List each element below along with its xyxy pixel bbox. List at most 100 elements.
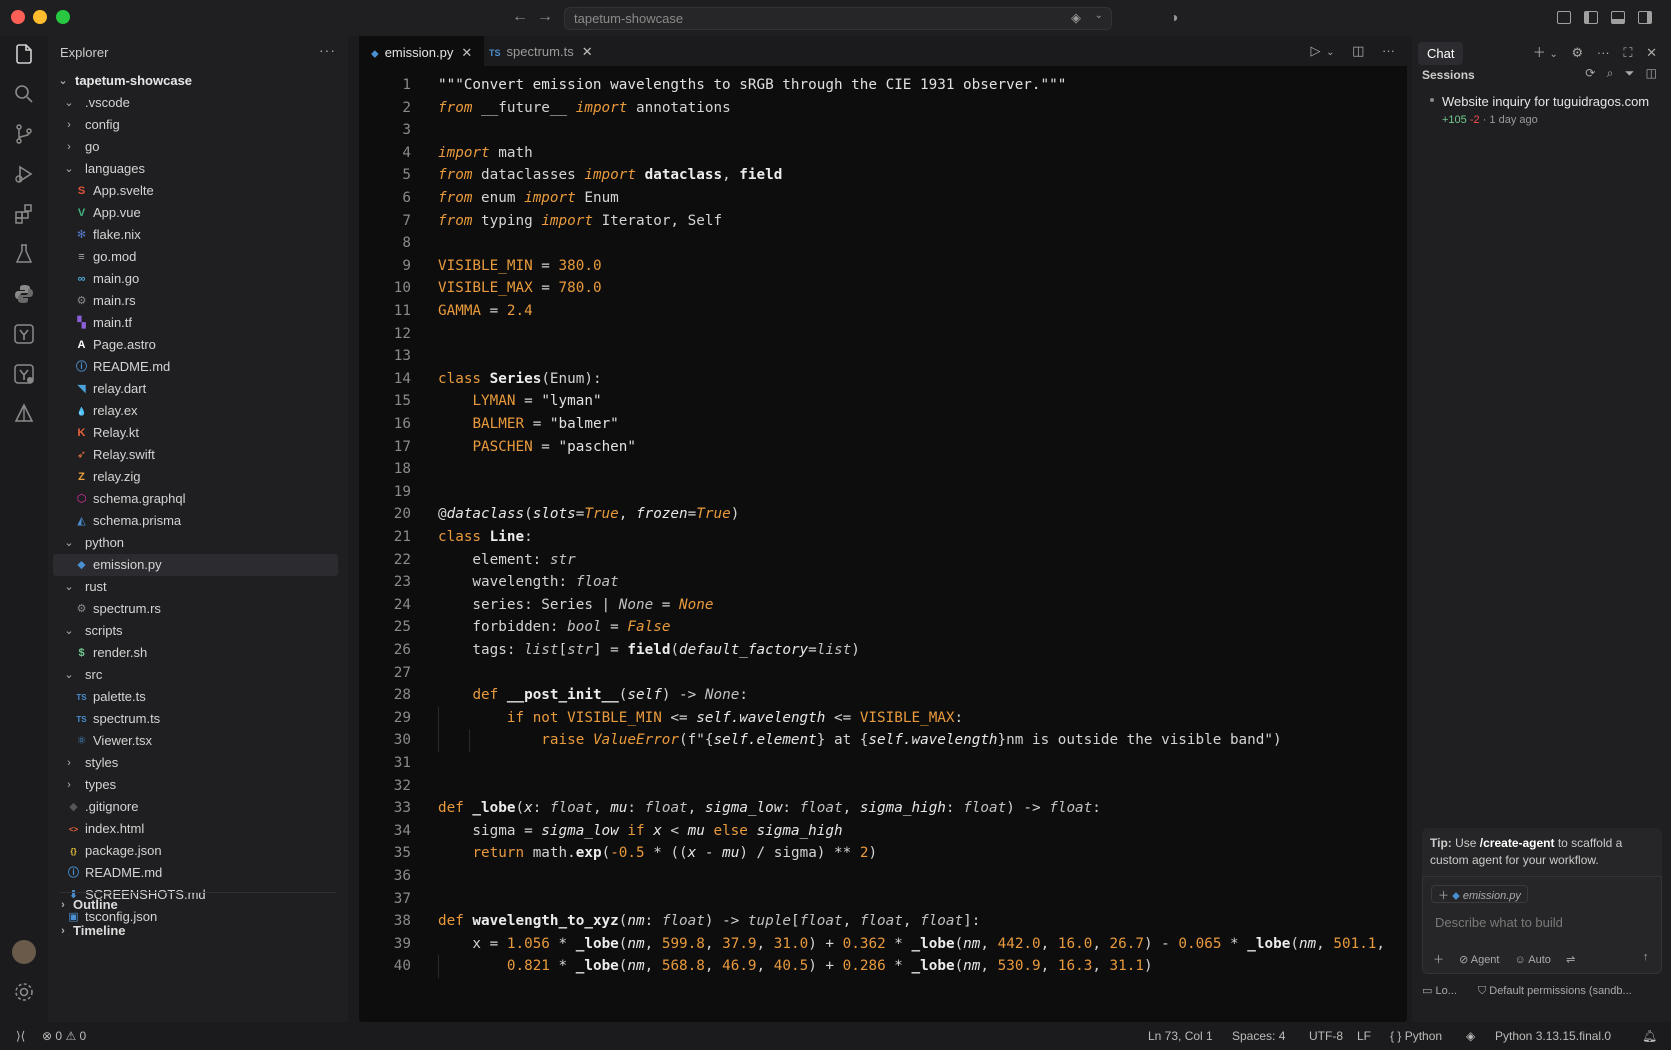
split-editor-icon[interactable]: ◫: [1352, 43, 1364, 58]
tree-file[interactable]: {} package.json: [53, 840, 338, 862]
settings-gear-icon[interactable]: ⚙: [1571, 45, 1583, 60]
tree-file[interactable]: V App.vue: [53, 202, 338, 224]
forward-arrow-icon[interactable]: →: [537, 8, 553, 26]
tree-folder[interactable]: › types: [53, 774, 338, 796]
tree-file[interactable]: ∞ main.go: [53, 268, 338, 290]
copilot-icon[interactable]: ◈: [1071, 10, 1081, 26]
tree-file[interactable]: ✻ flake.nix: [53, 224, 338, 246]
new-chat-icon[interactable]: ＋: [1533, 45, 1546, 60]
settings-gear-icon[interactable]: [12, 980, 36, 1004]
tab-spectrum-ts[interactable]: TS spectrum.ts ✕: [477, 36, 605, 66]
tree-file[interactable]: 💧 relay.ex: [53, 400, 338, 422]
python-interpreter[interactable]: Python 3.13.15.final.0: [1495, 1022, 1611, 1050]
add-context-icon[interactable]: ＋: [1438, 890, 1449, 902]
extensions-icon[interactable]: [12, 202, 36, 226]
toggle-panel-icon[interactable]: [1611, 11, 1625, 24]
timeline-section[interactable]: › Timeline: [53, 920, 338, 942]
search-icon[interactable]: [12, 82, 36, 106]
tree-folder[interactable]: › go: [53, 136, 338, 158]
tree-file[interactable]: ⬡ schema.graphql: [53, 488, 338, 510]
tree-file[interactable]: TS palette.ts: [53, 686, 338, 708]
permissions-label[interactable]: Default permissions (sandb...: [1489, 985, 1631, 997]
send-icon[interactable]: ↑: [1643, 951, 1649, 963]
python-icon[interactable]: [12, 282, 36, 306]
indentation[interactable]: Spaces: 4: [1232, 1022, 1285, 1050]
tree-file[interactable]: ⚙ main.rs: [53, 290, 338, 312]
account-avatar[interactable]: [12, 940, 36, 964]
chat-tab[interactable]: Chat: [1418, 42, 1464, 65]
language-mode[interactable]: { } Python: [1390, 1022, 1442, 1050]
tree-folder[interactable]: ⌄ .vscode: [53, 92, 338, 114]
local-icon[interactable]: ▭: [1422, 985, 1432, 997]
session-title[interactable]: Website inquiry for tuguidragos.com: [1442, 94, 1649, 109]
tree-file[interactable]: <> index.html: [53, 818, 338, 840]
toggle-secondary-sidebar-icon[interactable]: [1638, 11, 1652, 24]
tree-folder[interactable]: › styles: [53, 752, 338, 774]
toggle-primary-sidebar-icon[interactable]: [1584, 11, 1598, 24]
source-control-icon[interactable]: [12, 122, 36, 146]
testing-flask-icon[interactable]: [12, 242, 36, 266]
outline-section[interactable]: › Outline: [53, 894, 338, 916]
tree-file[interactable]: A Page.astro: [53, 334, 338, 356]
close-icon[interactable]: ✕: [1646, 45, 1657, 60]
model-label[interactable]: Auto: [1528, 954, 1551, 966]
tree-file[interactable]: ⚛ Viewer.tsx: [53, 730, 338, 752]
attach-icon[interactable]: ＋: [1433, 954, 1444, 966]
chevron-down-icon[interactable]: ⌄: [1326, 47, 1334, 58]
chevron-down-icon[interactable]: ⌄: [1095, 10, 1103, 21]
tree-file[interactable]: ◆ .gitignore: [53, 796, 338, 818]
chevron-down-icon[interactable]: ⌄: [1549, 49, 1557, 60]
tree-folder[interactable]: ⌄ languages: [53, 158, 338, 180]
tree-folder[interactable]: ⌄ rust: [53, 576, 338, 598]
tree-file[interactable]: K Relay.kt: [53, 422, 338, 444]
problems-indicator[interactable]: ⊗ 0 ⚠ 0: [42, 1022, 86, 1050]
chat-input[interactable]: Describe what to build: [1435, 915, 1563, 930]
tree-file[interactable]: ◥ relay.dart: [53, 378, 338, 400]
command-center-search[interactable]: tapetum-showcase ◈ ⌄: [564, 7, 1112, 30]
accounts-icon[interactable]: ◑: [1170, 9, 1178, 25]
model-picker-icon[interactable]: ☺: [1515, 954, 1526, 966]
run-file-icon[interactable]: ▷: [1310, 43, 1320, 58]
code-editor[interactable]: 1 """Convert emission wavelengths to sRGB…: [359, 74, 1407, 1022]
more-actions-icon[interactable]: ···: [1597, 45, 1610, 60]
tree-file[interactable]: ⚙ spectrum.rs: [53, 598, 338, 620]
more-actions-icon[interactable]: ···: [319, 42, 336, 58]
search-icon[interactable]: ⌕: [1607, 66, 1614, 80]
maximize-icon[interactable]: ⛶: [1623, 45, 1632, 60]
tree-file[interactable]: ➶ Relay.swift: [53, 444, 338, 466]
tab-emission-py[interactable]: ⬥ emission.py ✕: [359, 36, 485, 66]
tapetum-icon[interactable]: [12, 322, 36, 346]
filter-icon[interactable]: ⏷: [1625, 66, 1635, 80]
split-view-icon[interactable]: ◫: [1646, 66, 1657, 80]
tree-file[interactable]: $ render.sh: [53, 642, 338, 664]
minimize-window-button[interactable]: [33, 10, 47, 24]
tree-file[interactable]: ⬥ emission.py: [53, 554, 338, 576]
tree-file[interactable]: ◭ schema.prisma: [53, 510, 338, 532]
tree-file[interactable]: ⓘ README.md: [53, 356, 338, 378]
tree-file[interactable]: ▚ main.tf: [53, 312, 338, 334]
files-icon[interactable]: [12, 42, 36, 66]
back-arrow-icon[interactable]: ←: [512, 8, 528, 26]
tools-icon[interactable]: ⇌: [1566, 954, 1575, 966]
tree-file[interactable]: S App.svelte: [53, 180, 338, 202]
line-ending[interactable]: LF: [1357, 1022, 1371, 1050]
refresh-icon[interactable]: ⟳: [1585, 66, 1595, 80]
tree-file[interactable]: TS spectrum.ts: [53, 708, 338, 730]
tree-folder[interactable]: ⌄ src: [53, 664, 338, 686]
sail-icon[interactable]: [12, 402, 36, 426]
close-window-button[interactable]: [11, 10, 25, 24]
tree-folder[interactable]: › config: [53, 114, 338, 136]
close-tab-icon[interactable]: ✕: [461, 45, 472, 60]
tree-file[interactable]: ≡ go.mod: [53, 246, 338, 268]
layout-customize-icon[interactable]: [1557, 11, 1571, 24]
agent-mode-icon[interactable]: ⊘: [1459, 954, 1468, 966]
run-debug-icon[interactable]: [12, 162, 36, 186]
cursor-position[interactable]: Ln 73, Col 1: [1148, 1022, 1213, 1050]
copilot-status-icon[interactable]: ◈: [1466, 1022, 1475, 1050]
tree-root-folder[interactable]: ⌄ tapetum-showcase: [53, 70, 338, 92]
maximize-window-button[interactable]: [56, 10, 70, 24]
notifications-bell-icon[interactable]: 🔔︎: [1642, 1022, 1657, 1050]
context-file-chip[interactable]: ＋ ⬥ emission.py: [1431, 885, 1528, 903]
tip-command[interactable]: /create-agent: [1480, 836, 1555, 850]
encoding[interactable]: UTF-8: [1309, 1022, 1343, 1050]
